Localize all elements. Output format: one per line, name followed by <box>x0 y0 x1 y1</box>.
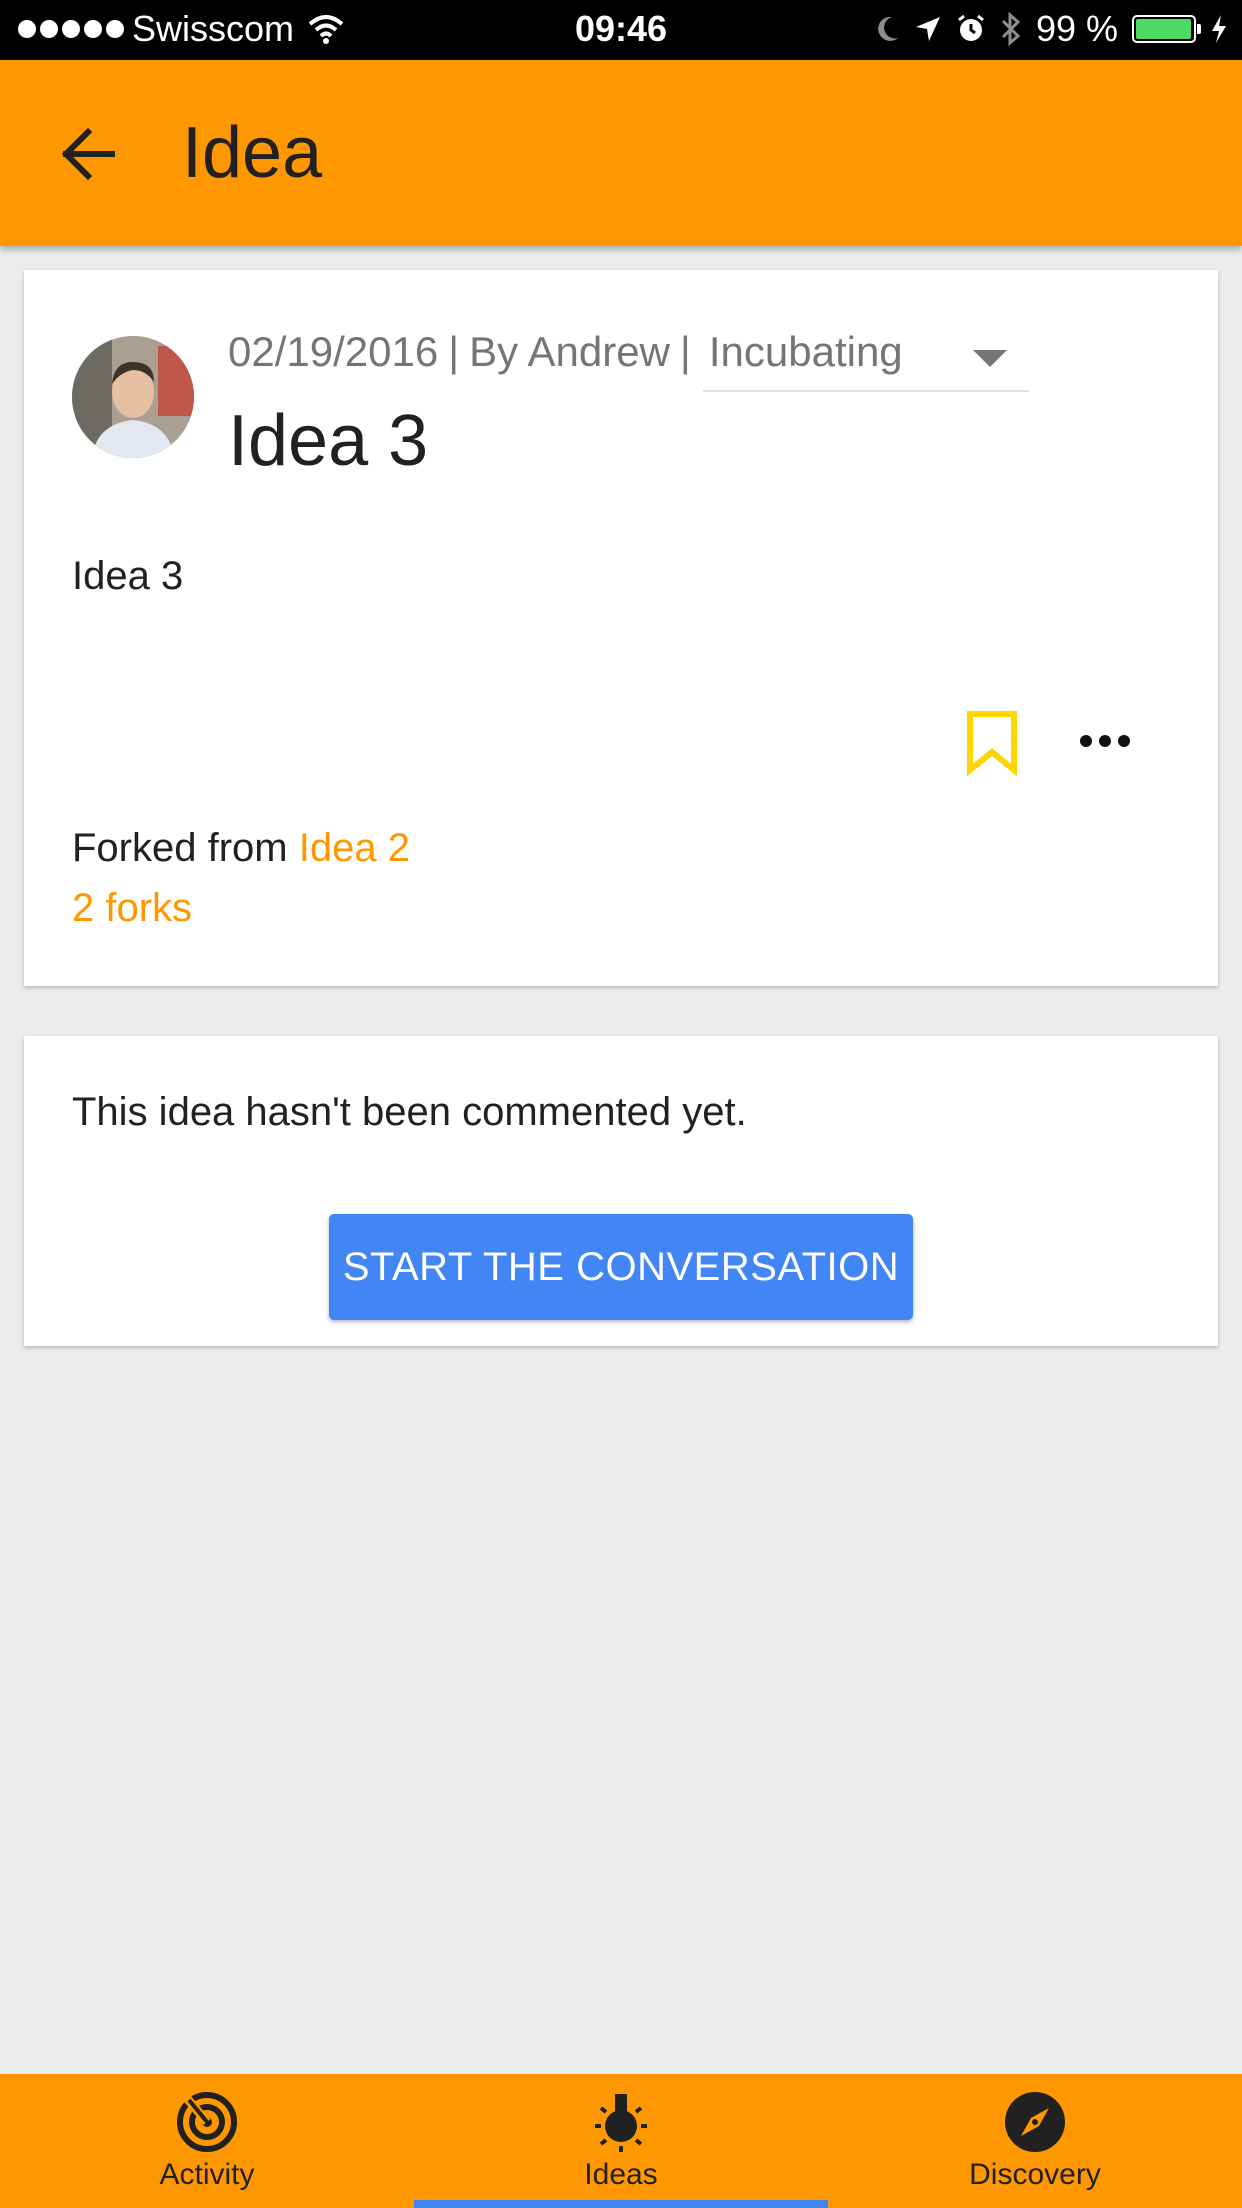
nav-label-activity: Activity <box>159 2158 255 2191</box>
battery-percent: 99 % <box>1035 8 1118 49</box>
forked-from-label: Forked from <box>72 826 288 870</box>
battery-icon <box>1132 15 1201 43</box>
status-bar: Swisscom 09:46 99 % <box>0 0 1242 60</box>
forked-from: Forked from Idea 2 <box>72 826 410 871</box>
moon-icon <box>878 16 898 41</box>
empty-comments-text: This idea hasn't been commented yet. <box>72 1090 747 1134</box>
nav-item-discovery[interactable]: Discovery <box>828 2074 1242 2208</box>
status-value: Incubating <box>708 328 903 375</box>
idea-date: 02/19/2016 <box>228 328 439 375</box>
idea-title: Idea 3 <box>228 401 429 481</box>
forked-from-link[interactable]: Idea 2 <box>299 826 410 870</box>
bookmark-icon[interactable] <box>964 710 1020 776</box>
app-bar: Idea <box>0 60 1242 246</box>
idea-description: Idea 3 <box>72 554 184 598</box>
avatar[interactable] <box>72 336 194 458</box>
author-photo <box>72 336 194 458</box>
idea-author: By Andrew <box>469 328 670 375</box>
compass-icon <box>1005 2092 1065 2152</box>
alarm-icon <box>958 14 984 41</box>
lightbulb-icon <box>595 2094 647 2152</box>
meta-separator: | <box>448 328 460 375</box>
charging-bolt-icon <box>1212 15 1226 43</box>
location-arrow-icon <box>915 17 940 41</box>
nav-item-ideas[interactable]: Ideas <box>414 2074 828 2208</box>
page-title: Idea <box>182 113 323 193</box>
chevron-down-icon <box>972 350 1007 367</box>
bluetooth-icon <box>1001 12 1021 46</box>
nav-item-activity[interactable]: Activity <box>0 2074 414 2208</box>
status-dropdown[interactable]: Incubating <box>702 328 1029 392</box>
more-options-icon[interactable] <box>1080 726 1140 756</box>
status-icons: 99 % <box>874 8 1228 50</box>
battery-level <box>1136 19 1192 39</box>
nav-label-discovery: Discovery <box>969 2158 1101 2191</box>
arrow-back-icon[interactable] <box>56 122 120 186</box>
activity-icon <box>177 2092 237 2152</box>
meta-separator: | <box>679 328 691 375</box>
idea-card: 02/19/2016 | By Andrew | Incubating Idea… <box>24 270 1218 986</box>
start-conversation-button[interactable]: START THE CONVERSATION <box>329 1214 913 1320</box>
comments-card: This idea hasn't been commented yet. STA… <box>24 1036 1218 1346</box>
nav-label-ideas: Ideas <box>584 2158 658 2191</box>
forks-link[interactable]: 2 forks <box>72 886 192 931</box>
bottom-navigation: Activity Ideas Discovery <box>0 2074 1242 2208</box>
active-tab-indicator <box>414 2200 828 2208</box>
idea-meta: 02/19/2016 | By Andrew | Incubating <box>228 328 1029 392</box>
